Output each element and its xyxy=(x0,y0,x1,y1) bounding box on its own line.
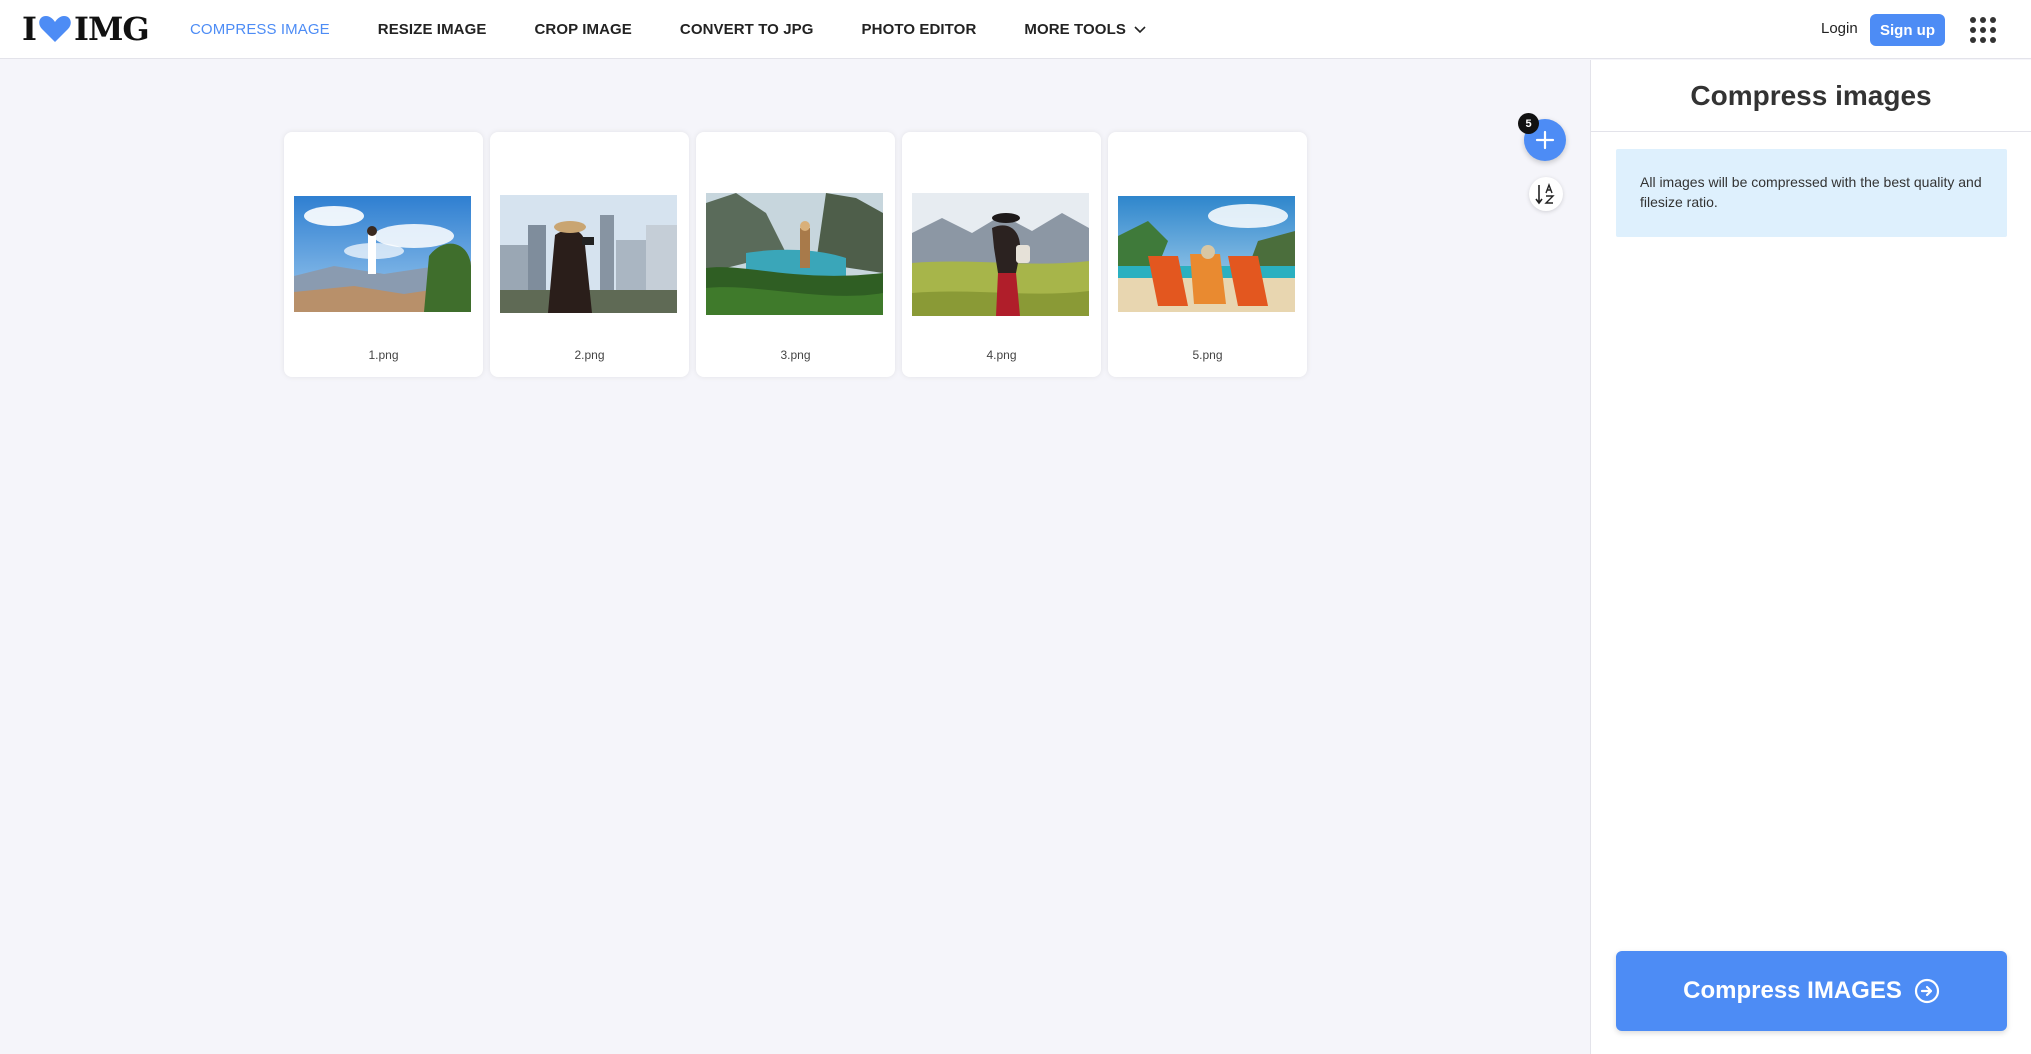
nav-compress-image[interactable]: COMPRESS IMAGE xyxy=(190,21,330,38)
nav-resize-image[interactable]: RESIZE IMAGE xyxy=(378,21,487,38)
arrow-right-circle-icon xyxy=(1914,978,1939,1004)
main-nav: COMPRESS IMAGE RESIZE IMAGE CROP IMAGE C… xyxy=(190,0,1194,59)
file-thumbnail xyxy=(294,196,471,312)
sort-alpha-icon xyxy=(1535,183,1555,205)
file-thumbnail xyxy=(500,195,677,313)
compress-images-button[interactable]: Compress IMAGES xyxy=(1616,951,2007,1031)
nav-convert-to-jpg[interactable]: CONVERT TO JPG xyxy=(680,21,814,38)
logo-letter-i: I xyxy=(22,10,37,48)
info-text: All images will be compressed with the b… xyxy=(1640,174,1982,210)
plus-icon xyxy=(1535,130,1555,150)
login-link[interactable]: Login xyxy=(1821,20,1858,37)
nav-crop-image[interactable]: CROP IMAGE xyxy=(534,21,631,38)
file-name: 1.png xyxy=(368,348,399,362)
file-thumbnail xyxy=(706,193,883,315)
file-card[interactable]: 5.png xyxy=(1108,132,1307,377)
options-sidebar: Compress images All images will be compr… xyxy=(1590,60,2031,1054)
file-name: 3.png xyxy=(780,348,811,362)
file-count-badge: 5 xyxy=(1518,113,1539,134)
grid-dots-icon[interactable] xyxy=(1970,17,1996,43)
sort-by-name-button[interactable] xyxy=(1529,177,1563,211)
nav-photo-editor[interactable]: PHOTO EDITOR xyxy=(862,21,977,38)
file-card[interactable]: 2.png xyxy=(490,132,689,377)
logo[interactable]: I IMG xyxy=(22,10,150,48)
file-name: 5.png xyxy=(1192,348,1223,362)
file-list: 1.png 2.png 3.png 4.png 5.png xyxy=(284,132,1314,377)
top-navbar: I IMG COMPRESS IMAGE RESIZE IMAGE CROP I… xyxy=(0,0,2031,59)
file-card[interactable]: 4.png xyxy=(902,132,1101,377)
nav-more-tools[interactable]: MORE TOOLS xyxy=(1024,21,1146,38)
file-thumbnail xyxy=(1118,196,1295,312)
file-card[interactable]: 3.png xyxy=(696,132,895,377)
file-name: 2.png xyxy=(574,348,605,362)
heart-icon xyxy=(39,16,71,42)
compress-button-label: Compress IMAGES xyxy=(1683,977,1902,1004)
signup-button[interactable]: Sign up xyxy=(1870,14,1945,46)
logo-text-img: IMG xyxy=(73,10,150,48)
file-name: 4.png xyxy=(986,348,1017,362)
file-thumbnail xyxy=(912,193,1089,316)
file-workspace: 1.png 2.png 3.png 4.png 5.png 5 xyxy=(0,60,1590,1054)
chevron-down-icon xyxy=(1134,25,1146,33)
info-message: All images will be compressed with the b… xyxy=(1616,149,2007,237)
sidebar-title: Compress images xyxy=(1591,60,2031,132)
file-card[interactable]: 1.png xyxy=(284,132,483,377)
